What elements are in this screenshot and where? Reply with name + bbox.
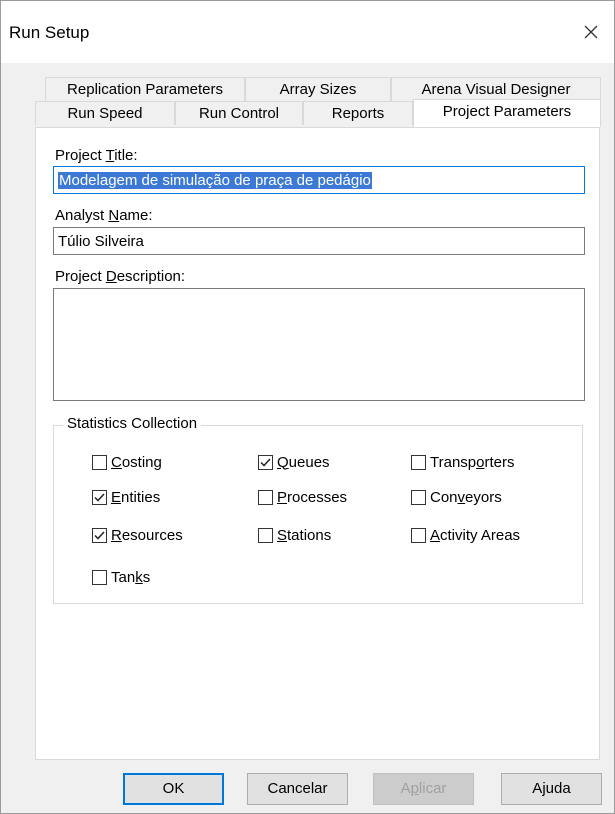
tab-reports[interactable]: Reports [303,101,413,125]
checkbox-label: Costing [111,453,162,471]
checkbox-box[interactable] [92,569,107,585]
project-title-field[interactable]: Modelagem de simulação de praça de pedág… [53,166,585,194]
checkbox-box[interactable] [411,527,426,543]
checkbox-box[interactable] [411,454,426,470]
checkbox-processes[interactable]: Processes [258,486,347,508]
checkbox-conveyors[interactable]: Conveyors [411,486,502,508]
ok-button[interactable]: OK [123,773,224,805]
tab-project-parameters[interactable]: Project Parameters [413,99,601,127]
checkbox-box[interactable] [258,527,273,543]
project-description-textarea[interactable] [54,289,584,400]
checkbox-box[interactable] [92,527,107,543]
analyst-name-input[interactable] [54,228,584,254]
analyst-name-label: Analyst Name: [55,207,153,224]
apply-button[interactable]: Aplicar [373,773,474,805]
checkbox-box[interactable] [258,454,273,470]
checkbox-resources[interactable]: Resources [92,524,183,546]
run-setup-dialog: Run Setup Replication Parameters Array S… [0,0,615,814]
checkbox-box[interactable] [258,489,273,505]
checkbox-label: Stations [277,526,332,544]
checkbox-label: Activity Areas [430,526,521,544]
checkbox-label: Resources [111,526,183,544]
checkbox-label: Queues [277,453,330,471]
checkbox-stations[interactable]: Stations [258,524,331,546]
project-title-label: Project Title: [55,147,138,164]
checkbox-tanks[interactable]: Tanks [92,566,150,588]
tab-array-sizes[interactable]: Array Sizes [245,77,391,101]
checkbox-costing[interactable]: Costing [92,451,162,473]
checkbox-queues[interactable]: Queues [258,451,330,473]
checkbox-label: Tanks [111,568,151,586]
checkmark-icon [94,530,105,540]
close-icon [584,25,598,39]
checkbox-label: Entities [111,488,161,506]
tab-run-speed[interactable]: Run Speed [35,101,175,125]
project-title-value: Modelagem de simulação de praça de pedág… [58,172,372,189]
checkbox-box[interactable] [92,489,107,505]
checkbox-label: Transporters [430,453,515,471]
checkbox-activity-areas[interactable]: Activity Areas [411,524,520,546]
checkmark-icon [94,492,105,502]
project-description-field[interactable] [53,288,585,401]
checkmark-icon [260,457,271,467]
project-description-label: Project Description: [55,268,186,285]
cancel-button[interactable]: Cancelar [247,773,348,805]
checkbox-box[interactable] [411,489,426,505]
tab-arena-visual-designer[interactable]: Arena Visual Designer [391,77,601,101]
checkbox-transporters[interactable]: Transporters [411,451,514,473]
checkbox-label: Conveyors [430,488,502,506]
checkbox-entities[interactable]: Entities [92,486,160,508]
statistics-collection-title: Statistics Collection [63,415,202,432]
checkbox-box[interactable] [92,454,107,470]
tab-replication-parameters[interactable]: Replication Parameters [45,77,245,101]
window-title: Run Setup [9,23,90,42]
tab-run-control[interactable]: Run Control [175,101,303,125]
title-bar: Run Setup [1,1,614,63]
analyst-name-field[interactable] [53,227,585,255]
close-button[interactable] [571,15,611,51]
help-button[interactable]: Ajuda [501,773,602,805]
checkbox-label: Processes [277,488,348,506]
